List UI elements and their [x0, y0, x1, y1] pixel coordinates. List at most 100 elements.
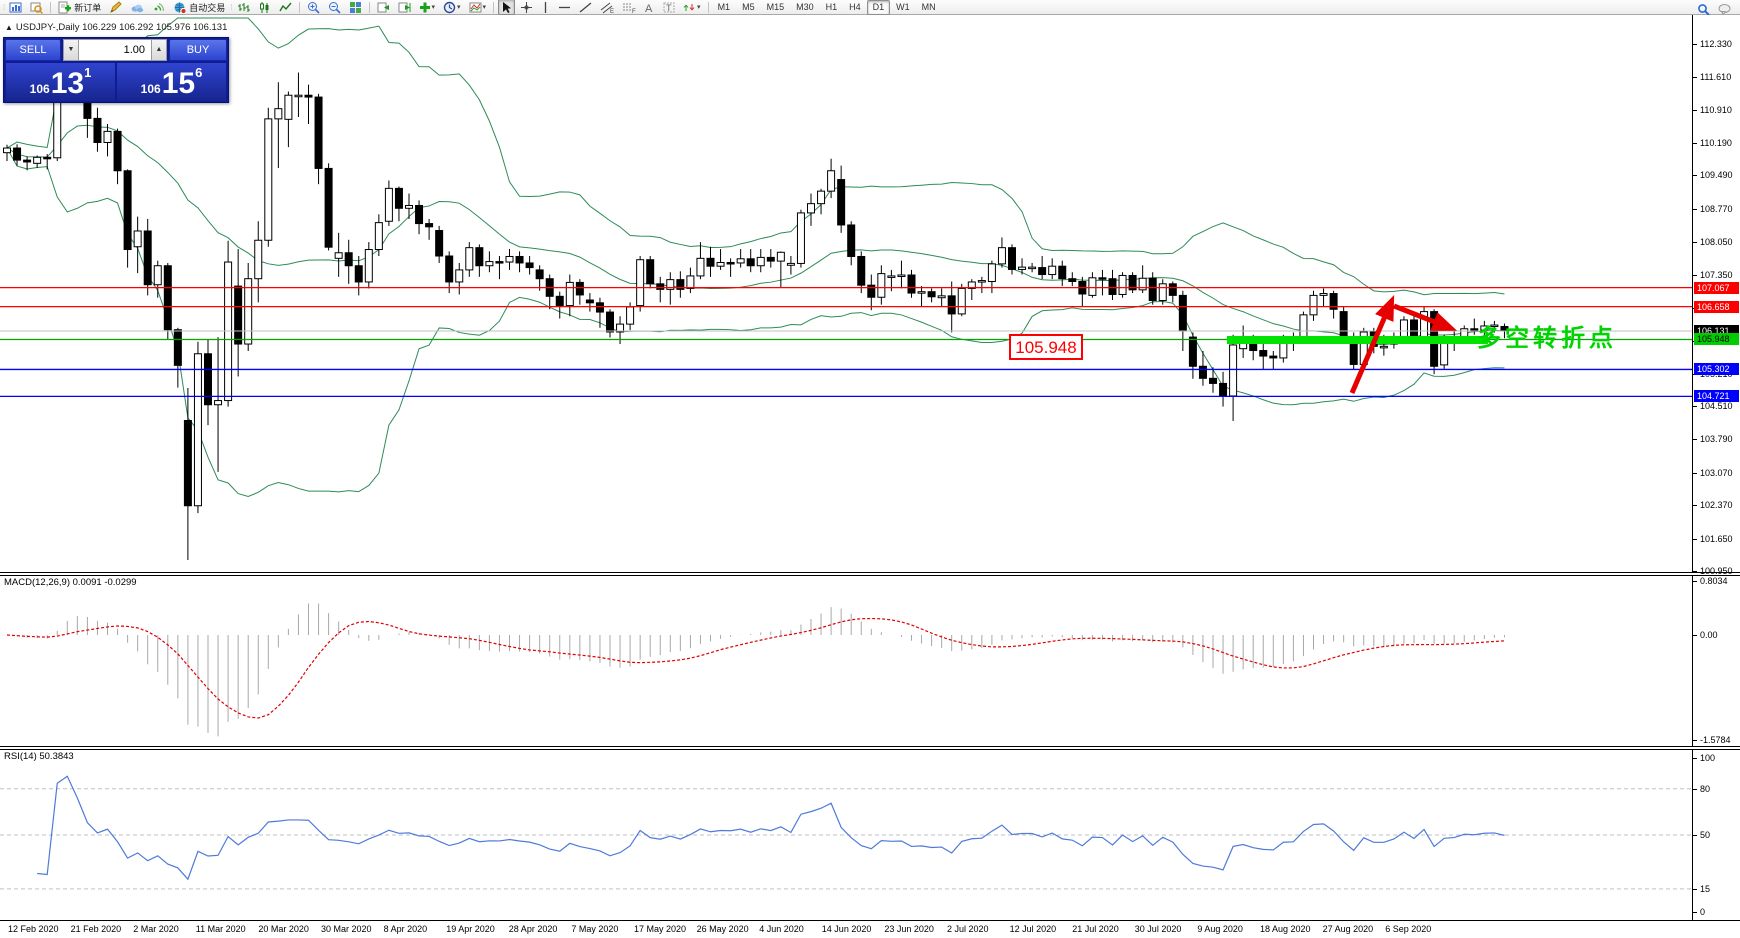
- svg-text:E: E: [610, 9, 614, 14]
- date-axis-label: 30 Jul 2020: [1135, 924, 1182, 934]
- price-axis-label: 104.510: [1700, 401, 1733, 411]
- price-axis-label: 103.790: [1700, 434, 1733, 444]
- toolbar-separator: [369, 2, 370, 13]
- timeframe-button-h1[interactable]: H1: [820, 0, 844, 15]
- candlestick-chart-button[interactable]: [255, 0, 274, 15]
- timeframe-button-mn[interactable]: MN: [916, 0, 942, 15]
- text-label-tool-button[interactable]: T: [660, 0, 678, 15]
- price-level-tag: 105.302: [1694, 363, 1739, 375]
- zoom-in-button[interactable]: [304, 0, 323, 15]
- timeframe-bar: M1M5M15M30H1H4D1W1MN: [712, 0, 942, 15]
- auto-scroll-button[interactable]: [374, 0, 393, 15]
- timeframe-button-m15[interactable]: M15: [761, 0, 791, 15]
- text-tool-button[interactable]: A: [641, 0, 658, 15]
- sell-price-quote[interactable]: 106 13 1: [6, 63, 115, 101]
- macd-axis-label: 0.00: [1700, 630, 1718, 640]
- rsi-axis-tick: [1693, 835, 1697, 836]
- macd-pane[interactable]: [0, 576, 1692, 746]
- price-axis-tick: [1693, 406, 1697, 407]
- buy-button[interactable]: BUY: [169, 39, 227, 61]
- metaeditor-button[interactable]: [106, 0, 125, 15]
- toolbar-separator: [299, 2, 300, 13]
- cursor-tool-button[interactable]: [498, 0, 515, 15]
- rsi-axis-tick: [1693, 758, 1697, 759]
- timeframe-button-w1[interactable]: W1: [890, 0, 916, 15]
- autotrading-button[interactable]: 自动交易: [170, 0, 228, 15]
- channel-tool-button[interactable]: E: [597, 0, 617, 15]
- volume-increase-button[interactable]: ▲: [151, 39, 167, 61]
- timeframe-button-h4[interactable]: H4: [843, 0, 867, 15]
- price-level-tag: 105.948: [1694, 333, 1739, 345]
- timeframe-button-m5[interactable]: M5: [736, 0, 761, 15]
- indicators-button[interactable]: ▾: [416, 0, 439, 15]
- toolbar-separator: [493, 2, 494, 13]
- price-axis-label: 112.330: [1700, 39, 1732, 49]
- signals-button[interactable]: [149, 0, 168, 15]
- svg-text:A: A: [645, 3, 653, 14]
- macd-indicator-label: MACD(12,26,9) 0.0091 -0.0299: [4, 577, 137, 588]
- toolbar-separator: [50, 2, 51, 13]
- new-order-button[interactable]: 新订单: [55, 0, 104, 15]
- pane-separator[interactable]: [0, 746, 1740, 750]
- volume-input[interactable]: 1.00: [79, 39, 151, 61]
- toolbar: ⁞ 新订单 自动交易 ⁞ ▾ ▾ ▾ E F A T ▾ M1M5M15M30H…: [0, 0, 1740, 15]
- price-axis-label: 110.910: [1700, 105, 1732, 115]
- cloud-button[interactable]: [127, 0, 147, 15]
- svg-text:F: F: [632, 9, 636, 14]
- turning-point-annotation[interactable]: 多空转折点: [1477, 318, 1617, 353]
- vertical-line-tool-button[interactable]: [538, 0, 553, 15]
- buy-price-prefix: 106: [141, 82, 161, 96]
- profiles-button[interactable]: [27, 0, 46, 15]
- date-axis-label: 12 Jul 2020: [1010, 924, 1057, 934]
- price-axis-tick: [1693, 44, 1697, 45]
- price-axis-label: 108.050: [1700, 237, 1733, 247]
- price-axis-label: 110.190: [1700, 138, 1732, 148]
- trendline-tool-button[interactable]: [576, 0, 595, 15]
- support-zone-bar[interactable]: [1227, 336, 1488, 344]
- volume-decrease-button[interactable]: ▼: [63, 39, 79, 61]
- rsi-pane[interactable]: [0, 750, 1692, 920]
- fibonacci-tool-button[interactable]: F: [619, 0, 639, 15]
- timeframe-button-d1[interactable]: D1: [867, 0, 891, 15]
- price-axis-label: 111.610: [1700, 72, 1731, 82]
- rsi-axis-label: 100: [1700, 753, 1715, 763]
- buy-price-quote[interactable]: 106 15 6: [117, 63, 226, 101]
- main-price-pane[interactable]: [0, 16, 1692, 572]
- zoom-out-button[interactable]: [325, 0, 344, 15]
- date-axis-label: 21 Feb 2020: [71, 924, 122, 934]
- templates-button[interactable]: ▾: [466, 0, 490, 15]
- date-axis-label: 2 Jul 2020: [947, 924, 989, 934]
- bar-chart-button[interactable]: [234, 0, 253, 15]
- date-axis-label: 14 Jun 2020: [822, 924, 872, 934]
- tile-windows-button[interactable]: [346, 0, 365, 15]
- new-chart-button[interactable]: [6, 0, 25, 15]
- collapse-arrow-icon[interactable]: ▲: [5, 23, 13, 32]
- sell-button[interactable]: SELL: [5, 39, 61, 61]
- bottom-border: [0, 920, 1740, 921]
- new-order-label: 新订单: [74, 1, 101, 14]
- pane-separator[interactable]: [0, 572, 1740, 576]
- price-axis-tick: [1693, 275, 1697, 276]
- rsi-indicator-label: RSI(14) 50.3843: [4, 751, 74, 762]
- date-axis-label: 19 Apr 2020: [446, 924, 495, 934]
- periods-button[interactable]: ▾: [440, 0, 464, 15]
- horizontal-line-tool-button[interactable]: [555, 0, 574, 15]
- arrows-tool-button[interactable]: ▾: [680, 0, 704, 15]
- timeframe-button-m30[interactable]: M30: [790, 0, 820, 15]
- line-chart-button[interactable]: [276, 0, 295, 15]
- timeframe-button-m1[interactable]: M1: [712, 0, 737, 15]
- symbol-header: ▲USDJPY-,Daily 106.229 106.292 105.976 1…: [5, 22, 227, 33]
- crosshair-tool-button[interactable]: [517, 0, 536, 15]
- chart-shift-button[interactable]: [395, 0, 414, 15]
- toolbar-grip: ⁞: [3, 3, 4, 12]
- svg-text:T: T: [666, 3, 672, 13]
- price-annotation-label[interactable]: 105.948: [1009, 334, 1083, 360]
- toolbar-grip: ⁞: [230, 3, 231, 12]
- date-axis-label: 21 Jul 2020: [1072, 924, 1119, 934]
- date-axis-label: 7 May 2020: [571, 924, 618, 934]
- chart-window[interactable]: [0, 15, 1740, 938]
- date-axis-label: 28 Apr 2020: [509, 924, 558, 934]
- price-axis-label: 109.490: [1700, 170, 1733, 180]
- sell-price-prefix: 106: [30, 82, 50, 96]
- plot-right-border: [1692, 15, 1693, 921]
